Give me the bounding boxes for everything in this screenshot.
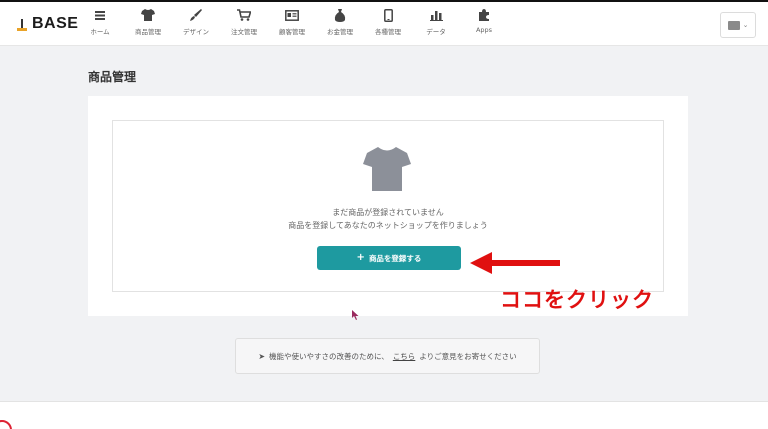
bar-chart-icon [428,8,444,22]
empty-state-panel: まだ商品が登録されていません 商品を登録してあなたのネットショップを作りましょう… [112,120,664,292]
nav-label-money: お金管理 [327,28,353,36]
puzzle-icon [476,8,492,22]
annotation-text: ココをクリック [500,288,654,312]
money-bag-icon [332,8,348,22]
nav-label-apps: Apps [475,26,493,34]
nav-label-settings: 各種管理 [375,28,401,36]
feedback-link[interactable]: こちら [393,351,416,362]
nav-item-orders[interactable]: 注文管理 [222,8,266,40]
nav-item-money[interactable]: お金管理 [318,8,362,40]
nav-label-data: データ [426,28,446,36]
tshirt-icon [363,145,411,191]
tshirt-icon [140,8,156,22]
base-logo[interactable]: BASE [16,14,78,34]
paper-plane-icon: ➤ [258,351,266,361]
products-card: まだ商品が登録されていません 商品を登録してあなたのネットショップを作りましょう… [88,96,688,316]
app-window: BASE ホーム 商品管理 デザイン 注文管理 顧客管理 お金管理 各種管理 デ… [0,0,768,429]
annotation-circle-icon [0,420,12,429]
nav-label-products: 商品管理 [135,28,161,36]
empty-state-hint: 商品を登録してあなたのネットショップを作りましょう [288,221,488,230]
feedback-text-after: よりご意見をお寄せください [419,351,517,361]
annotation-arrow-icon [470,252,560,274]
nav-label-customers: 顧客管理 [279,28,305,36]
store-icon [727,20,740,30]
nav-item-apps[interactable]: Apps [462,8,506,40]
cart-icon [236,8,252,22]
logo-mark-icon [16,17,28,31]
phone-icon [380,8,396,22]
nav-item-data[interactable]: データ [414,8,458,40]
nav-label-orders: 注文管理 [231,28,257,36]
feedback-banner: ➤ 機能や使いやすさの改善のために、 こちら よりご意見をお寄せください [235,338,540,374]
menu-icon [92,8,108,22]
register-product-button[interactable]: + 商品を登録する [317,246,461,270]
page-title: 商品管理 [88,70,137,84]
register-product-label: 商品を登録する [368,253,422,263]
nav-item-home[interactable]: ホーム [78,8,122,40]
chevron-down-icon: ⌄ [742,21,749,29]
plus-icon: + [356,252,365,263]
mouse-cursor-icon [352,310,359,320]
bottom-strip [0,401,768,429]
feedback-text-before: 機能や使いやすさの改善のために、 [269,351,389,361]
empty-state-message: まだ商品が登録されていません [332,208,444,217]
logo-text: BASE [32,15,79,32]
top-navbar: BASE ホーム 商品管理 デザイン 注文管理 顧客管理 お金管理 各種管理 デ… [0,2,768,46]
nav-item-products[interactable]: 商品管理 [126,8,170,40]
account-menu-button[interactable]: ⌄ [720,12,756,38]
nav-item-customers[interactable]: 顧客管理 [270,8,314,40]
main-content: 商品管理 まだ商品が登録されていません 商品を登録してあなたのネットショップを作… [0,46,768,401]
brush-icon [188,8,204,22]
nav-item-settings[interactable]: 各種管理 [366,8,410,40]
nav-item-design[interactable]: デザイン [174,8,218,40]
id-card-icon [284,8,300,22]
nav-label-home: ホーム [90,28,110,36]
nav-label-design: デザイン [183,28,209,36]
